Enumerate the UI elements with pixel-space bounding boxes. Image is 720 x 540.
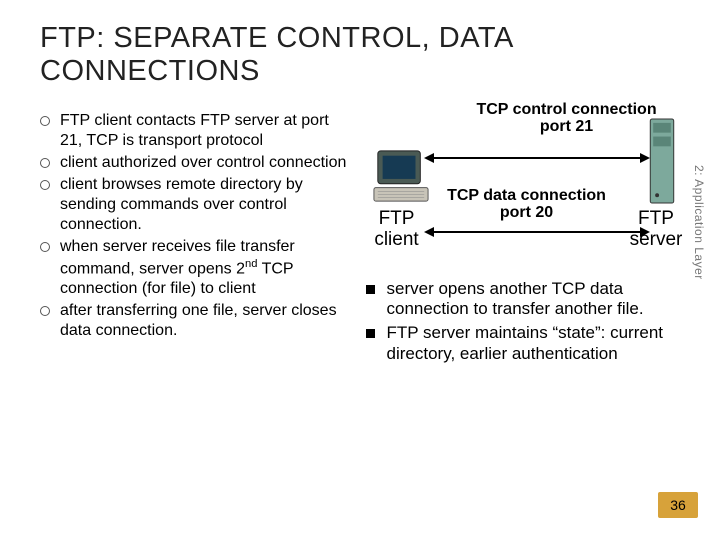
bullet-text: FTP server maintains “state”: current di… (387, 323, 680, 364)
left-column: FTP client contacts FTP server at port 2… (40, 111, 354, 369)
circle-bullet-icon (40, 242, 50, 252)
data-arrow-line (432, 231, 642, 233)
control-arrow-line (432, 157, 642, 159)
bullet-text: after transferring one file, server clos… (60, 301, 354, 341)
data-connection-label: TCP data connection port 20 (442, 187, 612, 222)
bullet-item: client browses remote directory by sendi… (40, 175, 354, 235)
bullet-item: when server receives file transfer comma… (40, 237, 354, 299)
bullet-text-with-sup: when server receives file transfer comma… (60, 237, 354, 299)
server-label: FTP server (626, 209, 686, 251)
control-connection-label: TCP control connection port 21 (467, 101, 667, 136)
circle-bullet-icon (40, 180, 50, 190)
bullet-item: after transferring one file, server clos… (40, 301, 354, 341)
ctrl-line1: TCP control connection (476, 101, 656, 118)
content-area: FTP client contacts FTP server at port 2… (40, 111, 680, 369)
data-line1: TCP data connection (447, 187, 606, 204)
page-number-badge: 36 (658, 492, 698, 518)
circle-bullet-icon (40, 158, 50, 168)
arrow-right-icon (640, 153, 650, 163)
ctrl-line2: port 21 (540, 118, 593, 135)
bullet-text: client browses remote directory by sendi… (60, 175, 354, 235)
bullet-item: server opens another TCP data connection… (366, 279, 680, 320)
bullet-text: client authorized over control connectio… (60, 153, 346, 173)
bullet-text: server opens another TCP data connection… (387, 279, 680, 320)
right-column: TCP control connection port 21 (362, 111, 680, 369)
ftp-diagram: TCP control connection port 21 (362, 111, 680, 271)
slide-title: FTP: SEPARATE CONTROL, DATA CONNECTIONS (40, 22, 680, 89)
square-bullet-icon (366, 329, 375, 338)
bullet-item: client authorized over control connectio… (40, 153, 354, 173)
computer-icon (372, 147, 430, 205)
circle-bullet-icon (40, 306, 50, 316)
bullet-item: FTP server maintains “state”: current di… (366, 323, 680, 364)
arrow-left-icon (424, 153, 434, 163)
square-bullet-icon (366, 285, 375, 294)
circle-bullet-icon (40, 116, 50, 126)
bullet-item: FTP client contacts FTP server at port 2… (40, 111, 354, 151)
data-line2: port 20 (500, 204, 553, 221)
server-icon (648, 117, 676, 205)
right-bullet-list: server opens another TCP data connection… (366, 279, 680, 365)
bullet-text: FTP client contacts FTP server at port 2… (60, 111, 354, 151)
client-label: FTP client (362, 209, 432, 251)
chapter-label: 2: Application Layer (692, 165, 706, 280)
